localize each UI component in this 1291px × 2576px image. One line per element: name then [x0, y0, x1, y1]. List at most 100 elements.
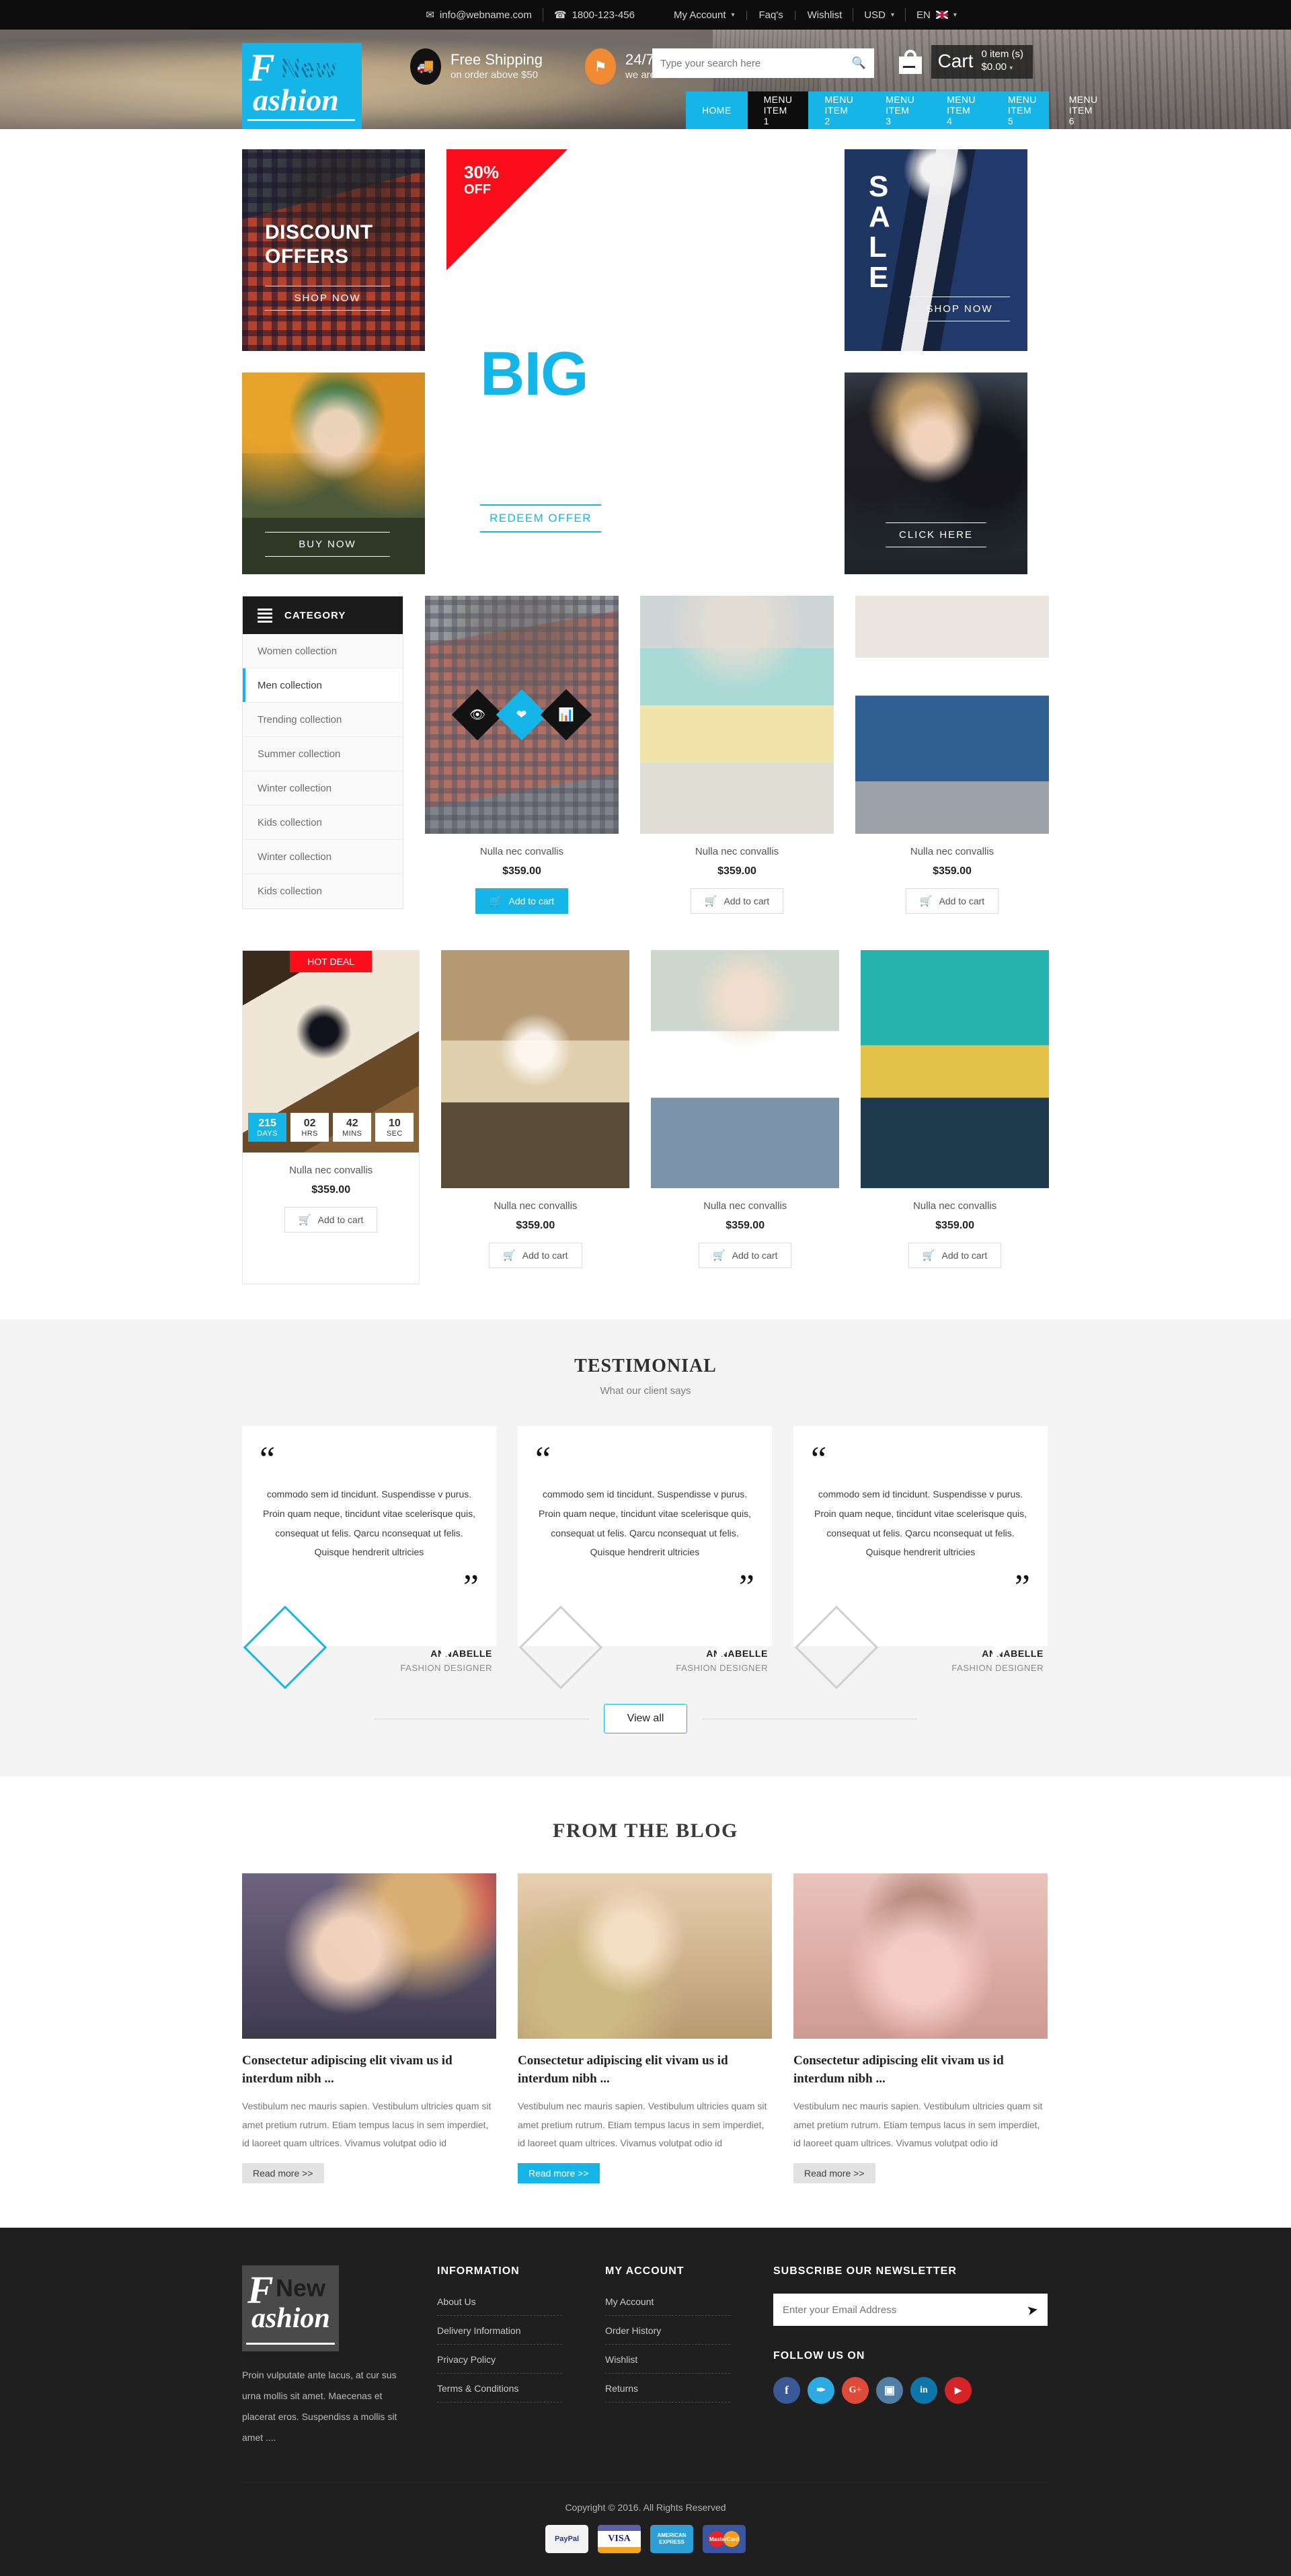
product-card[interactable]: Nulla nec convallis $359.00 🛒 Add to car… — [441, 950, 630, 1284]
footer-link-about-us[interactable]: About Us — [437, 2296, 562, 2316]
instagram-icon[interactable]: ▣ — [876, 2377, 903, 2405]
read-more-button[interactable]: Read more >> — [793, 2163, 875, 2184]
countdown-unit: HRS — [301, 1130, 318, 1138]
youtube-icon[interactable]: ▶ — [945, 2377, 972, 2405]
footer-heading-newsletter: SUBSCRIBE OUR NEWSLETTER — [773, 2265, 957, 2277]
click-here-button[interactable]: CLICK HERE — [886, 522, 986, 547]
google-plus-icon[interactable]: G+ — [842, 2377, 869, 2405]
product-card[interactable]: Nulla nec convallis $359.00 🛒 Add to car… — [861, 950, 1049, 1284]
twitter-icon[interactable]: ✒ — [808, 2377, 834, 2405]
blog-heading[interactable]: Consectetur adipiscing elit vivam us id … — [242, 2052, 496, 2088]
product-card[interactable]: Nulla nec convallis $359.00 🛒 Add to car… — [651, 950, 840, 1284]
newsletter-form[interactable]: ➤ — [773, 2294, 1048, 2327]
product-card[interactable]: 👁 ❤ 📊 Nulla nec convallis $359.00 🛒 Add … — [425, 596, 619, 930]
product-card-hot-deal[interactable]: HOT DEAL 215 DAYS 02 HRS 42 MINS 10 SEC … — [242, 950, 420, 1284]
sidebar-item-women-collection[interactable]: Women collection — [243, 634, 403, 668]
sidebar-item-men-collection[interactable]: Men collection — [243, 668, 403, 703]
product-image[interactable] — [861, 950, 1049, 1188]
read-more-button[interactable]: Read more >> — [518, 2163, 600, 2184]
blog-card: Consectetur adipiscing elit vivam us id … — [242, 1873, 496, 2184]
wishlist-link[interactable]: Wishlist — [797, 9, 853, 21]
language-selector[interactable]: EN ▾ — [906, 9, 968, 21]
sidebar-item-kids-collection[interactable]: Kids collection — [243, 806, 403, 840]
nav-item-menu-5[interactable]: MENU ITEM 5 — [992, 91, 1053, 129]
footer-link-wishlist[interactable]: Wishlist — [605, 2354, 730, 2374]
blog-image[interactable] — [242, 1873, 496, 2039]
nav-item-menu-3[interactable]: MENU ITEM 3 — [869, 91, 931, 129]
blog-heading[interactable]: Consectetur adipiscing elit vivam us id … — [518, 2052, 772, 2088]
cart-summary[interactable]: Cart 0 item (s) $0.00 ▾ — [931, 45, 1033, 79]
service-title: Free Shipping — [451, 51, 543, 69]
contact-phone[interactable]: ☎ 1800-123-456 — [543, 9, 646, 22]
product-card[interactable]: Nulla nec convallis $359.00 🛒 Add to car… — [855, 596, 1049, 930]
site-logo[interactable]: F New ashion — [242, 43, 362, 129]
add-to-cart-button[interactable]: 🛒 Add to cart — [475, 888, 569, 914]
nav-item-menu-1[interactable]: MENU ITEM 1 — [747, 91, 809, 129]
product-image[interactable] — [651, 950, 840, 1188]
facebook-icon[interactable]: f — [773, 2377, 800, 2405]
add-to-cart-button[interactable]: 🛒 Add to cart — [690, 888, 784, 914]
newsletter-email-input[interactable] — [783, 2304, 1027, 2316]
view-all-button[interactable]: View all — [603, 1704, 688, 1734]
nav-item-menu-6[interactable]: MENU ITEM 6 — [1053, 91, 1114, 129]
sidebar-item-winter-collection-2[interactable]: Winter collection — [243, 840, 403, 874]
paper-plane-icon[interactable]: ➤ — [1025, 2300, 1040, 2319]
footer-link-terms-conditions[interactable]: Terms & Conditions — [437, 2383, 562, 2403]
compare-icon[interactable]: 📊 — [540, 689, 592, 741]
footer-link-returns[interactable]: Returns — [605, 2383, 730, 2403]
sidebar-item-kids-collection-2[interactable]: Kids collection — [243, 874, 403, 908]
blog-image[interactable] — [793, 1873, 1048, 2039]
search-input[interactable] — [660, 57, 852, 69]
add-to-cart-button[interactable]: 🛒 Add to cart — [908, 1243, 1002, 1268]
sidebar-item-trending-collection[interactable]: Trending collection — [243, 703, 403, 737]
add-to-cart-button[interactable]: 🛒 Add to cart — [905, 888, 999, 914]
footer-link-delivery-information[interactable]: Delivery Information — [437, 2325, 562, 2345]
sidebar-item-winter-collection[interactable]: Winter collection — [243, 771, 403, 806]
read-more-button[interactable]: Read more >> — [242, 2163, 324, 2184]
blog-heading[interactable]: Consectetur adipiscing elit vivam us id … — [793, 2052, 1048, 2088]
footer-link-privacy-policy[interactable]: Privacy Policy — [437, 2354, 562, 2374]
shop-now-button[interactable]: SHOP NOW — [265, 286, 390, 311]
page-root: ✉ info@webname.com ☎ 1800-123-456 My Acc… — [0, 0, 1291, 2576]
search-icon[interactable]: 🔍 — [852, 56, 866, 70]
footer-logo[interactable]: F New ashion — [242, 2265, 339, 2352]
sidebar-item-summer-collection[interactable]: Summer collection — [243, 737, 403, 771]
search-box[interactable]: 🔍 — [652, 48, 874, 78]
product-info: Nulla nec convallis $359.00 🛒 Add to car… — [651, 1188, 839, 1284]
add-to-cart-button[interactable]: 🛒 Add to cart — [489, 1243, 582, 1268]
testimonial-section: TESTIMONIAL What our client says “ commo… — [0, 1319, 1291, 1777]
nav-item-menu-4[interactable]: MENU ITEM 4 — [931, 91, 992, 129]
footer-link-my-account[interactable]: My Account — [605, 2296, 730, 2316]
banner-sale-men[interactable]: SALE SHOP NOW — [845, 149, 1027, 351]
my-account-menu[interactable]: My Account ▾ — [663, 9, 746, 21]
footer-link-order-history[interactable]: Order History — [605, 2325, 730, 2345]
cart-widget[interactable]: Cart 0 item (s) $0.00 ▾ — [896, 44, 1033, 79]
blog-image[interactable] — [518, 1873, 772, 2039]
currency-selector[interactable]: USD ▾ — [853, 9, 905, 21]
add-to-cart-button[interactable]: 🛒 Add to cart — [284, 1207, 378, 1233]
testimonial-text: commodo sem id tincidunt. Suspendisse v … — [814, 1489, 1027, 1558]
product-image[interactable]: 215 DAYS 02 HRS 42 MINS 10 SEC — [243, 951, 420, 1153]
quote-close-icon: ” — [1014, 1567, 1030, 1606]
buy-now-button[interactable]: BUY NOW — [265, 532, 390, 557]
linkedin-icon[interactable]: in — [910, 2377, 937, 2405]
product-image[interactable] — [855, 596, 1049, 834]
faqs-link[interactable]: Faq's — [748, 9, 793, 21]
banner-kids[interactable]: BUY NOW — [242, 373, 425, 574]
heart-icon[interactable]: ❤ — [496, 689, 548, 741]
mastercard-label: MasterCard — [709, 2536, 739, 2542]
product-image[interactable] — [640, 596, 834, 834]
banner-click-here[interactable]: CLICK HERE — [845, 373, 1027, 574]
nav-item-menu-2[interactable]: MENU ITEM 2 — [808, 91, 869, 129]
nav-item-home[interactable]: HOME — [686, 91, 748, 129]
product-card[interactable]: Nulla nec convallis $359.00 🛒 Add to car… — [640, 596, 834, 930]
testimonial-subtitle: What our client says — [600, 1385, 691, 1397]
product-name: Nulla nec convallis — [494, 1200, 578, 1212]
shop-now-button[interactable]: SHOP NOW — [909, 297, 1010, 321]
add-to-cart-button[interactable]: 🛒 Add to cart — [698, 1243, 792, 1268]
product-image[interactable] — [441, 950, 630, 1188]
product-image[interactable]: 👁 ❤ 📊 — [425, 596, 619, 834]
banner-discount-offers[interactable]: DISCOUNT OFFERS SHOP NOW — [242, 149, 425, 351]
eye-icon[interactable]: 👁 — [451, 689, 504, 741]
contact-email[interactable]: ✉ info@webname.com — [415, 9, 543, 22]
